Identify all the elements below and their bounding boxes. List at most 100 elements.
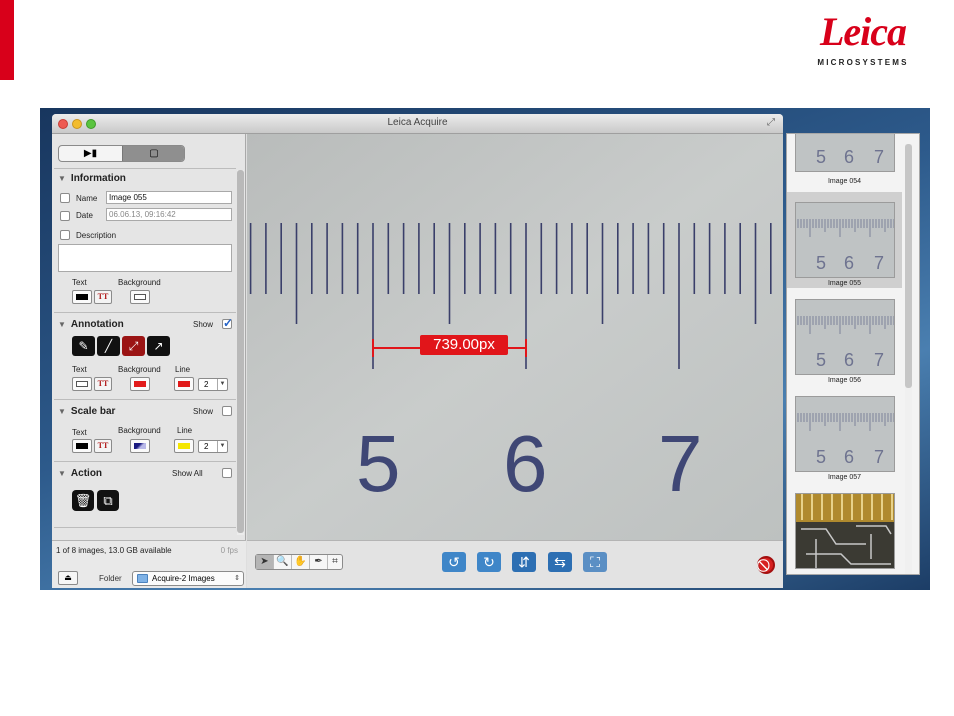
disclosure-triangle-icon[interactable]: ▼	[58, 320, 66, 329]
zoom-icon[interactable]: 🔍	[274, 555, 292, 569]
action-title: Action	[70, 468, 103, 479]
crop-image-icon[interactable]: ⛶	[583, 552, 607, 572]
annotation-show-checkbox[interactable]	[222, 316, 233, 330]
folder-icon	[137, 574, 148, 583]
scalebar-text-label: Text	[72, 428, 87, 437]
divider	[54, 527, 236, 528]
annotation-font-button[interactable]: TT	[94, 377, 112, 391]
scalebar-background-color-swatch[interactable]	[130, 439, 150, 453]
measure-line-icon[interactable]: ⤢	[122, 336, 145, 356]
desktop-background: Leica Acquire ⤢ ▶▮ ▢ ▼ Information Name I…	[40, 108, 930, 590]
thumbnail-scroll-thumb[interactable]	[905, 144, 912, 388]
scalebar-line-label: Line	[177, 426, 193, 435]
scalebar-text-color-swatch[interactable]	[72, 439, 92, 453]
flip-horizontal-icon[interactable]: ⇆	[548, 552, 572, 572]
name-checkbox[interactable]	[60, 193, 70, 203]
thumbnail-item[interactable]: 567 Image 056	[787, 289, 902, 385]
save-copy-icon[interactable]: ⧉	[97, 490, 119, 511]
rotate-left-icon[interactable]: ↺	[442, 552, 466, 572]
scalebar-show-checkbox[interactable]	[222, 406, 232, 416]
scalebar-line-width-stepper[interactable]: 2 ▼	[198, 440, 228, 453]
name-field[interactable]: Image 055	[106, 191, 232, 204]
thumbnail-image: 567	[795, 134, 895, 172]
image-mode-tab[interactable]: ▢	[122, 146, 184, 161]
arrow-pointer-icon[interactable]: ➤	[256, 555, 274, 569]
annotation-show-label: Show	[193, 320, 214, 329]
crop-icon[interactable]: ⌗	[326, 555, 344, 569]
pencil-icon[interactable]: ✎	[72, 336, 95, 356]
folder-popup[interactable]: Acquire-2 Images ⇕	[132, 571, 244, 586]
action-show-all-label: Show All	[172, 469, 203, 478]
thumbnail-item[interactable]: 567 Image 057	[787, 386, 902, 482]
scale-number-6: 6	[503, 419, 548, 508]
disclosure-triangle-icon[interactable]: ▼	[58, 407, 66, 416]
svg-text:5: 5	[816, 350, 826, 370]
annotation-header[interactable]: ▼ Annotation	[58, 319, 124, 330]
thumbnail-caption: Image 055	[827, 280, 862, 287]
thumbnail-image: 567	[795, 396, 895, 472]
thumbnail-browser: 567 Image 054 567 Image 055 567 Image 05…	[786, 133, 920, 575]
title-bar[interactable]: Leica Acquire ⤢	[52, 114, 783, 134]
annotation-title: Annotation	[70, 319, 124, 330]
scalebar-line-width-value: 2	[204, 442, 209, 451]
description-checkbox[interactable]	[60, 230, 70, 240]
date-checkbox[interactable]	[60, 211, 70, 221]
svg-text:5: 5	[816, 253, 826, 273]
description-field[interactable]	[58, 244, 232, 272]
mode-segmented-control[interactable]: ▶▮ ▢	[58, 145, 185, 162]
eject-button[interactable]: ⏏	[58, 571, 78, 585]
pointer-tool-segmented[interactable]: ➤ 🔍 ✋ ✒ ⌗	[255, 554, 343, 570]
circuit-thumbnail-image	[795, 493, 895, 569]
svg-text:7: 7	[874, 447, 884, 467]
information-header[interactable]: ▼ Information	[58, 173, 126, 184]
info-text-color-swatch[interactable]	[72, 290, 92, 304]
stepper-arrow-icon[interactable]: ▼	[217, 379, 227, 390]
line-icon[interactable]: ╱	[97, 336, 120, 356]
thumbnail-image: 567	[795, 299, 895, 375]
annotation-line-color-swatch[interactable]	[174, 377, 194, 391]
flip-vertical-icon[interactable]: ⇵	[512, 552, 536, 572]
stop-icon[interactable]: ⃠	[757, 556, 775, 574]
thumbnail-image: 567	[795, 202, 895, 278]
thumbnail-item[interactable]: 567 Image 054	[787, 134, 902, 192]
thumbnail-item-selected[interactable]: 567 Image 055	[787, 192, 902, 288]
panel-scroll-thumb[interactable]	[237, 170, 244, 533]
rotate-right-icon[interactable]: ↻	[477, 552, 501, 572]
info-background-color-swatch[interactable]	[130, 290, 150, 304]
annotation-background-label: Background	[118, 365, 161, 374]
logo-wordmark: Leica	[819, 9, 907, 54]
scalebar-line-color-swatch[interactable]	[174, 439, 194, 453]
window-title: Leica Acquire	[387, 117, 448, 128]
eject-icon: ⏏	[64, 573, 72, 582]
thumbnail-caption: Image 056	[827, 377, 862, 384]
svg-text:6: 6	[844, 147, 854, 167]
thumbnail-item[interactable]	[787, 483, 902, 574]
annotation-line-width-stepper[interactable]: 2 ▼	[198, 378, 228, 391]
info-background-label: Background	[118, 278, 161, 287]
annotation-background-color-swatch[interactable]	[130, 377, 150, 391]
image-viewer[interactable]: 5 6 7 739.00px	[247, 134, 783, 540]
fullscreen-icon[interactable]: ⤢	[767, 118, 778, 129]
name-label: Name	[76, 194, 98, 203]
scalebar-font-button[interactable]: TT	[94, 439, 112, 453]
thumbnail-scrollbar[interactable]	[905, 144, 912, 574]
panel-scrollbar[interactable]	[237, 170, 244, 535]
disclosure-triangle-icon[interactable]: ▼	[58, 469, 66, 478]
arrow-icon[interactable]: ↗	[147, 336, 170, 356]
trash-icon[interactable]: 🗑	[72, 490, 94, 511]
storage-status: 1 of 8 images, 13.0 GB available	[56, 546, 172, 555]
information-title: Information	[70, 173, 126, 184]
annotation-text-color-swatch[interactable]	[72, 377, 92, 391]
date-field: 06.06.13, 09:16:42	[106, 208, 232, 221]
divider	[54, 399, 236, 400]
info-font-button[interactable]: TT	[94, 290, 112, 304]
scalebar-header[interactable]: ▼ Scale bar	[58, 406, 115, 417]
stepper-arrow-icon[interactable]: ▼	[217, 441, 227, 452]
live-mode-tab[interactable]: ▶▮	[59, 146, 122, 161]
action-header[interactable]: ▼ Action	[58, 468, 102, 479]
disclosure-triangle-icon[interactable]: ▼	[58, 174, 66, 183]
settings-panel: ▶▮ ▢ ▼ Information Name Image 055 Date 06…	[52, 134, 246, 588]
annotation-line-label: Line	[175, 365, 191, 374]
hand-icon[interactable]: ✋	[292, 555, 310, 569]
action-show-all-checkbox[interactable]	[222, 468, 232, 478]
